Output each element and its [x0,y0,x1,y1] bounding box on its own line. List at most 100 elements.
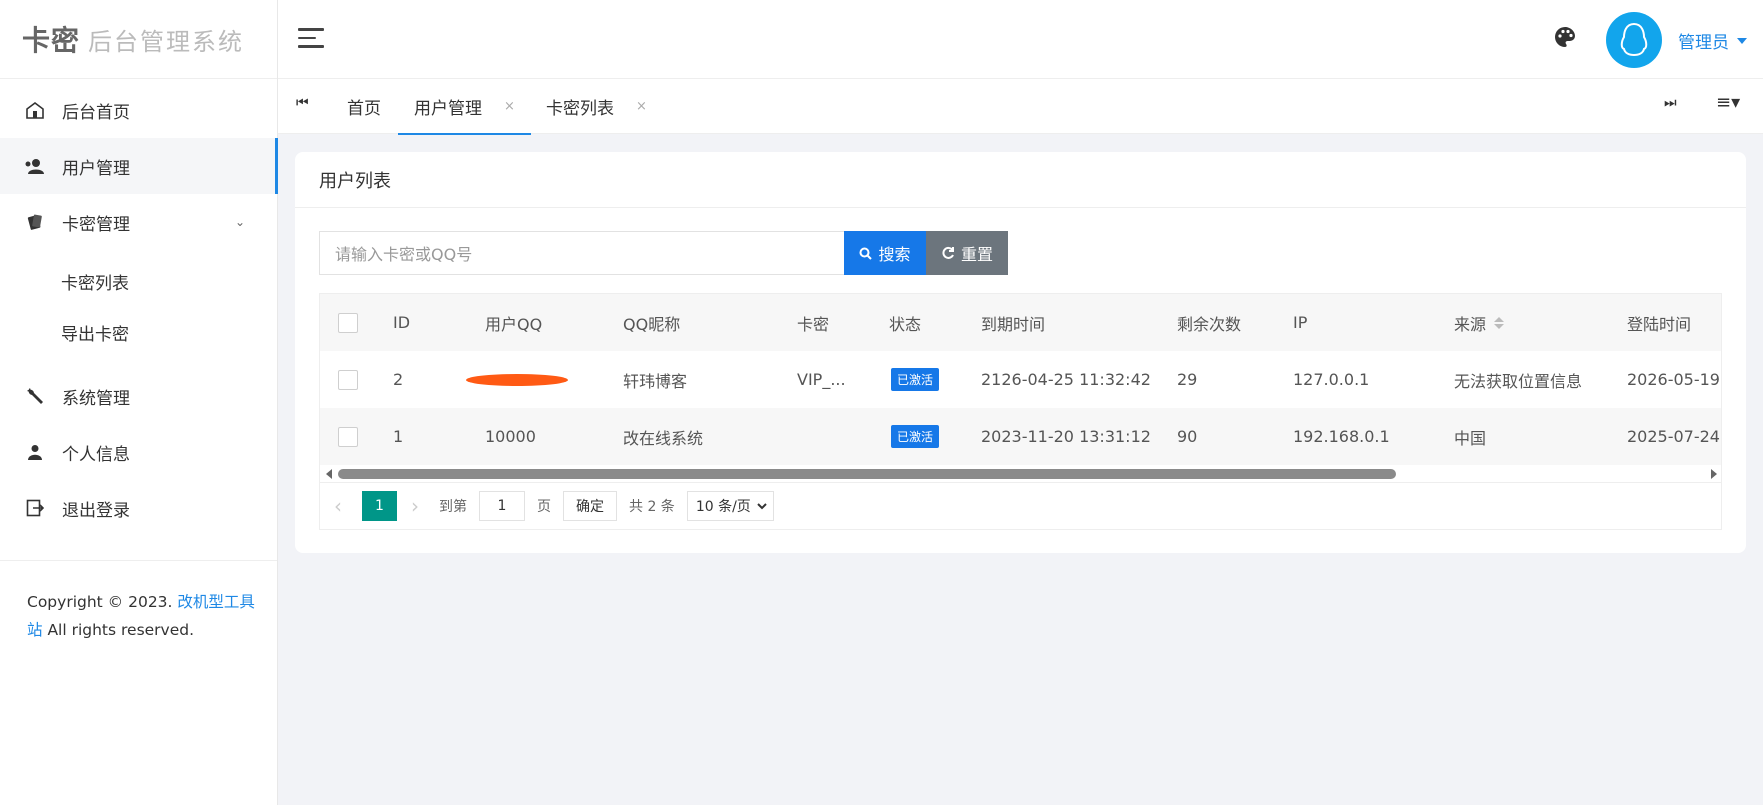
status-badge: 已激活 [891,351,940,408]
header-status: 状态 [889,314,922,334]
page-size-value: 10 条/页 [695,499,751,515]
copyright-suffix: All rights reserved. [42,621,195,639]
next-page-icon[interactable]: › [411,494,431,518]
user-table: ID 用户QQ QQ昵称 卡密 状态 到期时间 剩余次数 IP 来源 登陆时间 … [319,293,1722,483]
page-button-current[interactable]: 1 [362,491,397,521]
tab-scroll-left-icon[interactable]: ⏮ [296,95,309,111]
tab-home[interactable]: 首页 [347,79,381,134]
header-qq: 用户QQ [485,314,543,334]
wrench-icon [24,385,46,407]
header-id: ID [393,313,411,332]
cell-ip: 127.0.0.1 [1293,370,1370,389]
tab-scroll-right-icon[interactable]: ⏭ [1664,95,1677,111]
sidebar-item-system[interactable]: 系统管理 [0,368,277,424]
cards-icon [24,211,46,233]
close-icon[interactable]: × [636,99,647,114]
cell-source: 中国 [1454,428,1487,448]
chevron-down-icon: ⌄ [234,215,245,229]
row-checkbox[interactable] [338,408,358,465]
username: 管理员 [1678,33,1729,53]
search-bar: 请输入卡密或QQ号 搜索 重置 [319,231,1008,275]
cell-remaining: 90 [1177,427,1198,446]
sidebar-menu: 后台首页 用户管理 卡密管理 ⌄ 卡密列表 导出卡密 系统管理 个人信息 退出登… [0,79,278,536]
palette-icon[interactable] [1554,26,1576,52]
tab-label: 卡密列表 [546,99,614,119]
sidebar-item-label: 退出登录 [62,500,130,521]
header-expire: 到期时间 [981,314,1046,334]
cell-ip: 192.168.0.1 [1293,427,1390,446]
cell-source: 无法获取位置信息 [1454,371,1583,391]
tab-user-management[interactable]: 用户管理 × [398,79,531,135]
tab-bar: ⏮ 首页 用户管理 × 卡密列表 × ⏭ ≡▾ [278,79,1763,135]
search-input[interactable]: 请输入卡密或QQ号 [319,231,844,275]
menu-toggle-icon[interactable] [298,28,324,48]
sidebar-item-label: 个人信息 [62,444,130,465]
refresh-icon [942,246,954,259]
user-icon [24,441,46,463]
status-badge: 已激活 [891,408,940,465]
tab-card-list[interactable]: 卡密列表 × [546,79,647,134]
scroll-right-icon[interactable] [1711,469,1717,479]
status-badge-label: 已激活 [891,368,940,391]
table-header: ID 用户QQ QQ昵称 卡密 状态 到期时间 剩余次数 IP 来源 登陆时间 [320,294,1721,351]
sidebar-item-label: 系统管理 [62,388,130,409]
confirm-button[interactable]: 确定 [563,491,617,521]
sidebar-item-label: 后台首页 [62,102,130,123]
cell-remaining: 29 [1177,370,1198,389]
scroll-left-icon[interactable] [326,469,332,479]
sidebar-item-home[interactable]: 后台首页 [0,82,277,138]
tab-label: 用户管理 [414,99,482,119]
search-icon [859,247,873,260]
sidebar-divider [0,560,277,561]
sidebar-item-profile[interactable]: 个人信息 [0,424,277,480]
table-row: 2 轩玮博客 VIP_... 已激活 2126-04-25 11:32:42 2… [320,351,1721,408]
cell-expire: 2126-04-25 11:32:42 [981,370,1151,389]
user-list-card: 用户列表 请输入卡密或QQ号 搜索 重置 ID 用户QQ QQ昵称 卡密 状态 … [295,152,1746,553]
sidebar-item-cards[interactable]: 卡密管理 ⌄ [0,194,277,250]
cell-id: 1 [393,427,404,446]
cell-qq: 10000 [485,427,536,446]
reset-button[interactable]: 重置 [926,231,1008,275]
pagination: ‹ 1 › 到第 1 页 确定 共 2 条 10 条/页 [319,483,1722,530]
table-row: 1 10000 改在线系统 已激活 2023-11-20 13:31:12 90… [320,408,1721,465]
header-remaining: 剩余次数 [1177,314,1242,334]
logout-icon [24,497,46,519]
copyright-prefix: Copyright © 2023. [27,593,178,611]
sidebar-item-label: 卡密管理 [62,214,130,235]
close-icon[interactable]: × [504,99,515,114]
search-button-label: 搜索 [878,245,911,264]
sidebar-item-logout[interactable]: 退出登录 [0,480,277,536]
page-size-select[interactable]: 10 条/页 [686,491,774,521]
horizontal-scrollbar[interactable] [320,465,1721,482]
prev-page-icon[interactable]: ‹ [334,494,354,518]
page-input[interactable]: 1 [479,491,525,521]
cell-login-time: 2025-07-24 0 [1627,427,1721,446]
header-source[interactable]: 来源 [1454,294,1505,351]
sidebar-item-label: 用户管理 [62,158,130,179]
sort-icon[interactable] [1494,316,1505,329]
header-source-label: 来源 [1454,314,1487,334]
row-checkbox[interactable] [338,351,358,408]
cell-login-time: 2026-05-19 1 [1627,370,1721,389]
search-button[interactable]: 搜索 [844,231,926,275]
tab-options-icon[interactable]: ≡▾ [1716,92,1740,113]
sidebar-item-users[interactable]: 用户管理 [0,138,278,194]
status-badge-label: 已激活 [891,425,940,448]
user-menu[interactable]: 管理员 [1678,28,1747,53]
goto-label: 到第 [439,499,467,515]
copyright: Copyright © 2023. 改机型工具站 All rights rese… [27,588,257,644]
chevron-down-icon [757,502,767,509]
total-count: 共 2 条 [629,499,675,515]
avatar[interactable] [1606,12,1662,68]
logo-sub: 后台管理系统 [88,27,245,56]
users-icon [24,155,46,177]
submenu-item-export-cards[interactable]: 导出卡密 [0,307,277,358]
tab-label: 首页 [347,99,381,119]
submenu-item-card-list[interactable]: 卡密列表 [0,256,277,307]
home-icon [24,99,46,121]
scroll-thumb[interactable] [338,469,1396,479]
logo: 卡密 后台管理系统 [0,0,277,79]
select-all-checkbox[interactable] [338,294,358,351]
cell-card: VIP_... [797,370,846,389]
header-ip: IP [1293,313,1308,332]
